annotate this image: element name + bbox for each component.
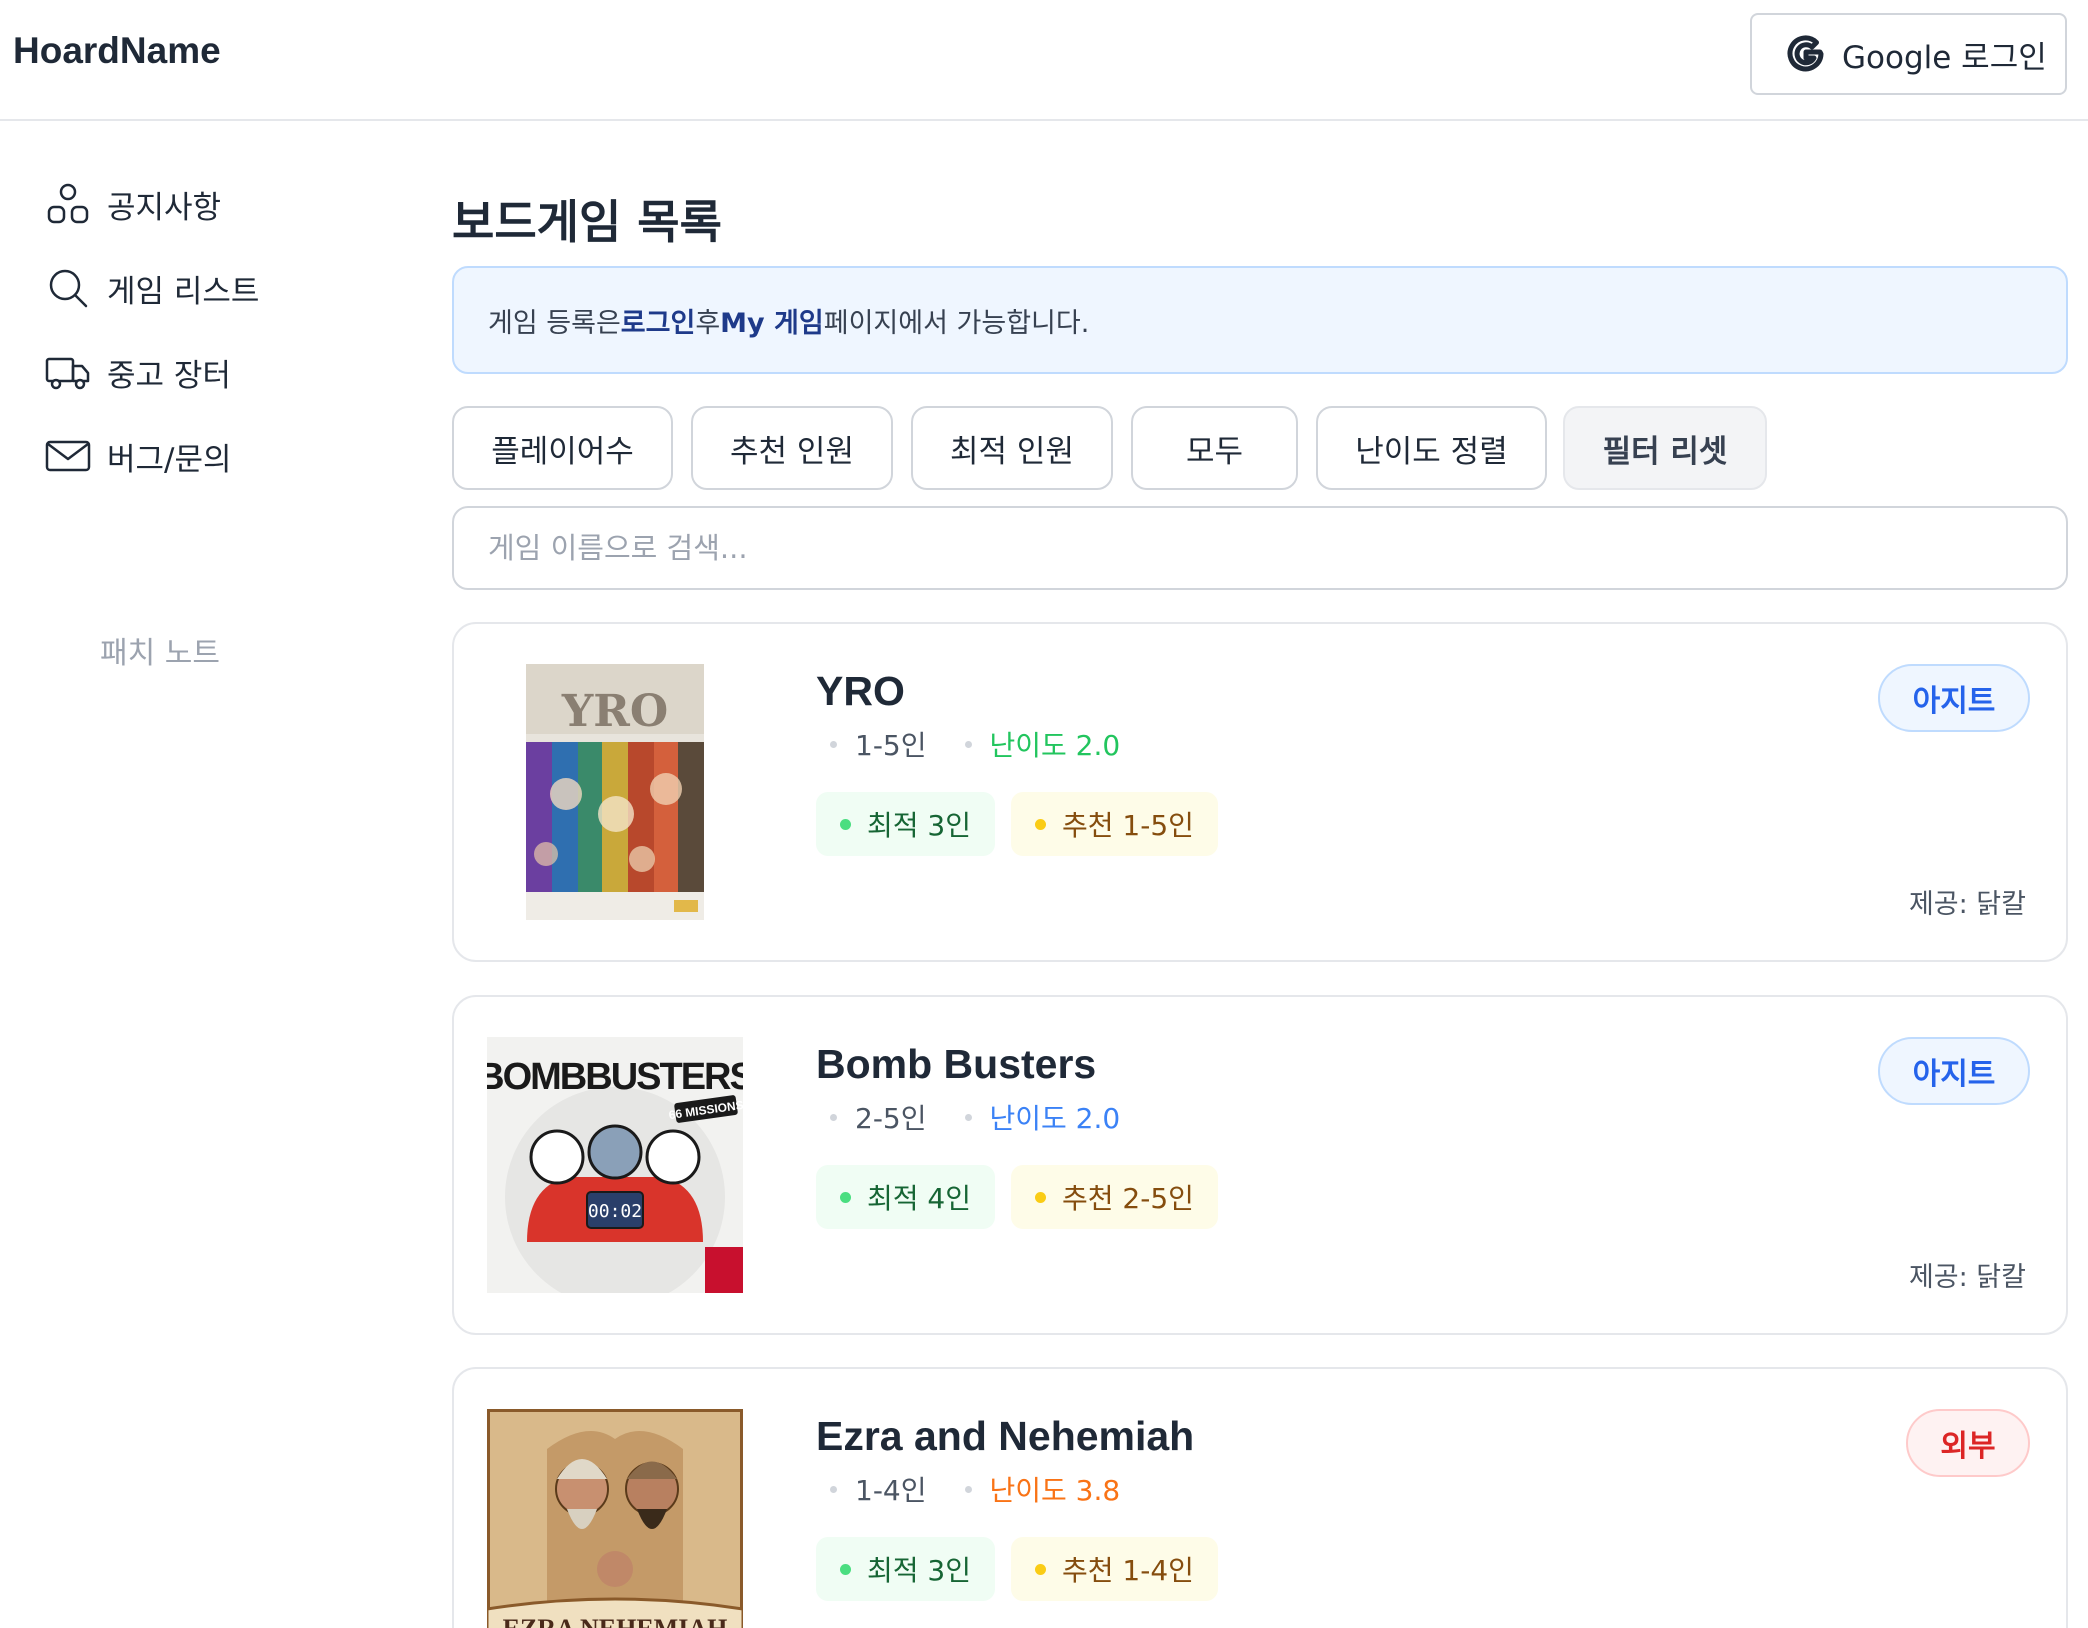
recommended-players-label: 추천 1-4인 xyxy=(1062,1554,1194,1587)
location-badge: 아지트 xyxy=(1878,664,2030,732)
best-players-tag: 최적 3인 xyxy=(816,792,995,856)
cover-title: BOMBBUSTERS xyxy=(487,1056,743,1098)
green-dot-icon xyxy=(840,1563,851,1575)
filter-reset-button[interactable]: 필터 리셋 xyxy=(1563,406,1767,490)
game-meta: 1-5인 난이도 2.0 xyxy=(830,724,1120,764)
filter-player-count[interactable]: 플레이어수 xyxy=(452,406,673,490)
difficulty: 난이도 3.8 xyxy=(989,1474,1121,1507)
game-name[interactable]: Ezra and Nehemiah xyxy=(816,1413,1194,1460)
recommended-players-tag: 추천 1-5인 xyxy=(1011,792,1218,856)
green-dot-icon xyxy=(840,818,851,830)
best-players-label: 최적 4인 xyxy=(867,1182,971,1215)
game-cover-image: BOMBBUSTERS 66 MISSIONS 00:02 xyxy=(487,1037,743,1293)
cover-timer: 00:02 xyxy=(588,1201,642,1222)
bullet-dot xyxy=(964,740,972,748)
sidebar-item-label: 중고 장터 xyxy=(107,357,231,394)
player-tags: 최적 4인 추천 2-5인 xyxy=(816,1165,1234,1229)
game-name[interactable]: Bomb Busters xyxy=(816,1041,1096,1088)
player-count: 1-4인 xyxy=(855,1474,927,1507)
filter-all[interactable]: 모두 xyxy=(1131,406,1298,490)
location-badge: 아지트 xyxy=(1878,1037,2030,1105)
filter-best-players[interactable]: 최적 인원 xyxy=(911,406,1113,490)
best-players-tag: 최적 4인 xyxy=(816,1165,995,1229)
top-header: HoardName Google 로그인 xyxy=(0,0,2088,121)
bullet-dot xyxy=(964,1485,972,1493)
difficulty: 난이도 2.0 xyxy=(989,729,1121,762)
bullet-dot xyxy=(830,740,837,748)
player-tags: 최적 3인 추천 1-5인 xyxy=(816,792,1234,856)
sidebar-item-label: 공지사항 xyxy=(107,189,222,226)
game-search-input[interactable] xyxy=(452,506,2068,590)
mail-icon xyxy=(45,440,91,472)
recommended-players-tag: 추천 2-5인 xyxy=(1011,1165,1218,1229)
yellow-dot-icon xyxy=(1035,818,1046,830)
google-login-button[interactable]: Google 로그인 xyxy=(1750,13,2067,95)
notice-text: 게임 등록은 xyxy=(488,307,621,339)
sidebar-item-label: 게임 리스트 xyxy=(107,273,260,310)
app-logo[interactable]: HoardName xyxy=(13,30,221,72)
player-count: 1-5인 xyxy=(855,729,927,762)
sidebar: 공지사항 게임 리스트 중고 장터 버그/문의 패치 노트 xyxy=(0,123,420,1628)
provider-text: 제공: 닭칼 xyxy=(1908,889,2026,920)
bullet-dot xyxy=(830,1485,837,1493)
filter-difficulty-sort[interactable]: 난이도 정렬 xyxy=(1316,406,1547,490)
game-card[interactable]: EZRA NEHEMIAH Ezra and Nehemiah 1-4인 난이도… xyxy=(452,1367,2068,1628)
bullet-dot xyxy=(964,1113,972,1121)
sidebar-item-bug-report[interactable]: 버그/문의 xyxy=(44,428,232,484)
game-name[interactable]: YRO xyxy=(816,668,905,715)
player-count: 2-5인 xyxy=(855,1102,927,1135)
search-icon xyxy=(49,269,88,308)
notice-my-games-text: My 게임 xyxy=(720,307,824,339)
game-meta: 2-5인 난이도 2.0 xyxy=(830,1097,1120,1137)
yellow-dot-icon xyxy=(1035,1191,1046,1203)
best-players-tag: 최적 3인 xyxy=(816,1537,995,1601)
notice-text: 페이지에서 가능합니다. xyxy=(823,307,1090,339)
player-tags: 최적 3인 추천 1-4인 xyxy=(816,1537,1234,1601)
filter-recommended-players[interactable]: 추천 인원 xyxy=(691,406,893,490)
game-card[interactable]: YRO YRO 1-5인 난이도 2.0 최적 3인 추천 1-5인 아지트 제… xyxy=(452,622,2068,962)
provider-text: 제공: 닭칼 xyxy=(1908,1262,2026,1293)
notice-text: 후 xyxy=(695,307,721,339)
cover-title: EZRA NEHEMIAH xyxy=(503,1614,728,1628)
cover-title: YRO xyxy=(561,686,668,737)
sidebar-item-market[interactable]: 중고 장터 xyxy=(44,344,231,400)
shapes-icon xyxy=(47,183,89,224)
recommended-players-label: 추천 2-5인 xyxy=(1062,1182,1194,1215)
recommended-players-tag: 추천 1-4인 xyxy=(1011,1537,1218,1601)
game-card[interactable]: BOMBBUSTERS 66 MISSIONS 00:02 Bomb Buste… xyxy=(452,995,2068,1335)
game-meta: 1-4인 난이도 3.8 xyxy=(830,1469,1120,1509)
truck-icon xyxy=(45,357,90,390)
sidebar-item-label: 버그/문의 xyxy=(107,441,232,478)
best-players-label: 최적 3인 xyxy=(867,809,971,842)
google-icon xyxy=(1787,35,1824,72)
notice-login-text: 로그인 xyxy=(620,307,696,339)
green-dot-icon xyxy=(840,1191,851,1203)
difficulty: 난이도 2.0 xyxy=(989,1102,1121,1135)
sidebar-item-game-list[interactable]: 게임 리스트 xyxy=(44,260,259,316)
page-title: 보드게임 목록 xyxy=(452,195,722,249)
google-login-label: Google 로그인 xyxy=(1842,39,2047,76)
recommended-players-label: 추천 1-5인 xyxy=(1062,809,1194,842)
game-cover-image: YRO xyxy=(526,664,704,920)
bullet-dot xyxy=(830,1113,837,1121)
yellow-dot-icon xyxy=(1035,1563,1046,1575)
game-cover-image: EZRA NEHEMIAH xyxy=(487,1409,743,1628)
patch-note-link[interactable]: 패치 노트 xyxy=(100,628,220,672)
sidebar-item-notices[interactable]: 공지사항 xyxy=(44,176,221,232)
best-players-label: 최적 3인 xyxy=(867,1554,971,1587)
location-badge: 외부 xyxy=(1906,1409,2030,1477)
notice-banner: 게임 등록은 로그인 후 My 게임 페이지에서 가능합니다. xyxy=(452,266,2068,374)
